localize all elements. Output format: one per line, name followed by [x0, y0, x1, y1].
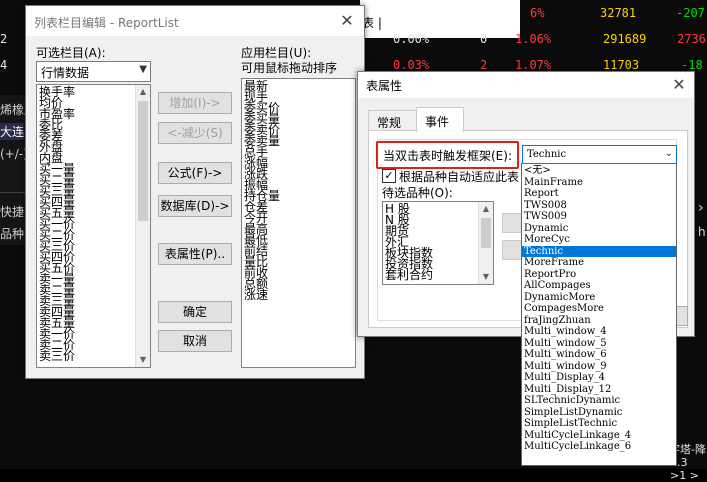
frame-dropdown-list[interactable]: <无> MainFrame Report TWS008 TWS009 Dynamic Mor… [521, 163, 677, 466]
list-item[interactable]: Multi_window_5 [522, 338, 676, 350]
pct-change: 1.07% [515, 58, 552, 72]
list-item[interactable]: CompagesMore [522, 303, 676, 315]
cancel-button[interactable]: 取消 [158, 330, 232, 352]
list-item[interactable]: MoreFrame [522, 257, 676, 269]
list-item[interactable]: SLTechnicDynamic [522, 395, 676, 407]
dialog-title: 表属性 [366, 79, 403, 93]
scroll-up-icon[interactable]: ▲ [136, 85, 150, 99]
tab-general[interactable]: 常规 [368, 110, 418, 131]
volume: 11703 [603, 58, 640, 72]
ok-button[interactable]: 确定 [158, 301, 232, 323]
double-click-frame-label: 当双击表时触发框架(E): [383, 149, 512, 163]
change: -18 [681, 58, 703, 72]
list-item[interactable]: MultiCycleLinkage_6 [522, 441, 676, 453]
applied-columns-hint: 可用鼠标拖动排序 [241, 61, 338, 75]
side-label: (+/-) [0, 147, 28, 161]
remove-button[interactable]: <-减少(S) [158, 122, 232, 144]
list-item[interactable]: <无> [522, 165, 676, 177]
list-item[interactable]: ReportPro [522, 269, 676, 281]
close-icon[interactable]: ✕ [668, 75, 690, 95]
list-item[interactable]: 涨速 [242, 289, 355, 301]
list-item[interactable]: Report [522, 188, 676, 200]
list-item[interactable]: Dynamic [522, 223, 676, 235]
scroll-down-icon[interactable]: ▼ [136, 353, 150, 367]
volume: 291689 [603, 32, 647, 46]
row-index: 4 [0, 58, 8, 72]
side-label: 大连 [0, 123, 25, 140]
side-label: 快捷 [0, 205, 25, 219]
table-properties-button[interactable]: 表属性(P).. [158, 243, 232, 265]
add-button[interactable]: 增加(I)-> [158, 92, 232, 114]
database-button[interactable]: 数据库(D)-> [158, 195, 232, 217]
pct-value: 0.03% [393, 58, 430, 72]
list-item[interactable]: MultiCycleLinkage_4 [522, 430, 676, 442]
side-label: 品种 [0, 227, 25, 241]
chevron-down-icon: ⌄ [664, 148, 673, 159]
list-item[interactable]: MainFrame [522, 177, 676, 189]
scroll-up-icon[interactable]: ▲ [479, 202, 493, 216]
list-item[interactable]: 卖三价 [37, 350, 150, 362]
scroll-thumb[interactable] [138, 101, 148, 221]
chevron-down-icon: ▼ [139, 64, 147, 75]
list-item[interactable]: 套利合约 [383, 269, 493, 281]
list-item[interactable]: TWS009 [522, 211, 676, 223]
formula-button[interactable]: 公式(F)-> [158, 162, 232, 184]
report-list-dialog: 列表栏目编辑 - ReportList ✕ 可选栏目(A): 行情数据 ▼ 换手… [25, 5, 365, 379]
vertical-scrollbar[interactable]: ▲ ▼ [135, 85, 150, 367]
dialog-titlebar[interactable]: 表属性 ✕ [358, 72, 694, 98]
list-item[interactable]: fraJingZhuan [522, 315, 676, 327]
pct-change: 1.06% [515, 32, 552, 46]
pct-change: 6% [530, 6, 545, 20]
vertical-scrollbar[interactable]: ▲ ▼ [478, 202, 493, 284]
list-item[interactable]: SimpleListDynamic [522, 407, 676, 419]
zero-value: 2 [480, 58, 488, 72]
list-item[interactable]: AllCompages [522, 280, 676, 292]
left-side-panel: 烯橡胶 大连 (+/-) 快捷 品种 [0, 95, 36, 245]
applied-columns-list[interactable]: 最新 现手 委买价 委买量 委卖价 委卖量 总手 涨幅 涨跌 振幅 持仓量 仓差 今开 最高 最低 前结 量比前… [241, 78, 356, 368]
list-item[interactable]: Multi_window_6 [522, 349, 676, 361]
zero-value: 0 [480, 32, 488, 46]
list-item[interactable]: SimpleListTechnic [522, 418, 676, 430]
candidates-label: 待选品种(O): [382, 186, 453, 200]
scroll-down-icon[interactable]: ▼ [479, 270, 493, 284]
list-item[interactable]: Multi_Display_4 [522, 372, 676, 384]
close-icon[interactable]: ✕ [336, 11, 358, 31]
change: -207 [676, 6, 705, 20]
dialog-titlebar[interactable]: 列表栏目编辑 - ReportList ✕ [26, 6, 364, 36]
scroll-thumb[interactable] [481, 218, 491, 248]
tab-events[interactable]: 事件 [416, 107, 464, 132]
row-index: 2 [0, 32, 8, 46]
pct-value: 0.00% [393, 32, 430, 46]
available-columns-list[interactable]: 换手率 均价 市盈率 委比 委差 外盘 内盘 买一量 买二量 买三量 买四量 买五量 买一价 买二价 买三价… [36, 84, 151, 368]
change: 2736 [677, 32, 706, 46]
frame-select-value: Technic [527, 149, 567, 160]
list-item[interactable]: Technic [522, 245, 676, 257]
list-item[interactable]: TWS008 [522, 200, 676, 212]
list-item[interactable]: Multi_window_9 [522, 361, 676, 373]
scroll-arrow-icon[interactable]: › [698, 200, 704, 216]
tab-label: 常规 [377, 116, 402, 130]
candidates-list[interactable]: H 股N 股期货 外汇 板块指数 投资指数 套利合约 ▲ ▼ [382, 201, 494, 285]
auto-adapt-checkbox[interactable]: ✓ [382, 169, 396, 183]
list-item[interactable]: Multi_window_4 [522, 326, 676, 338]
divider [0, 192, 26, 193]
available-columns-label: 可选栏目(A): [36, 46, 106, 60]
category-select[interactable]: 行情数据 ▼ [36, 61, 151, 82]
list-item[interactable]: MoreCyc [522, 234, 676, 246]
list-item[interactable]: DynamicMore [522, 292, 676, 304]
background-text: h [698, 225, 706, 239]
dialog-title: 列表栏目编辑 - ReportList [34, 16, 179, 30]
volume: 32781 [600, 6, 637, 20]
list-item[interactable]: Multi_Display_12 [522, 384, 676, 396]
auto-adapt-label: 根据品种自动适应此表 [399, 170, 520, 184]
category-value: 行情数据 [41, 66, 90, 80]
tab-label: 事件 [425, 115, 450, 129]
